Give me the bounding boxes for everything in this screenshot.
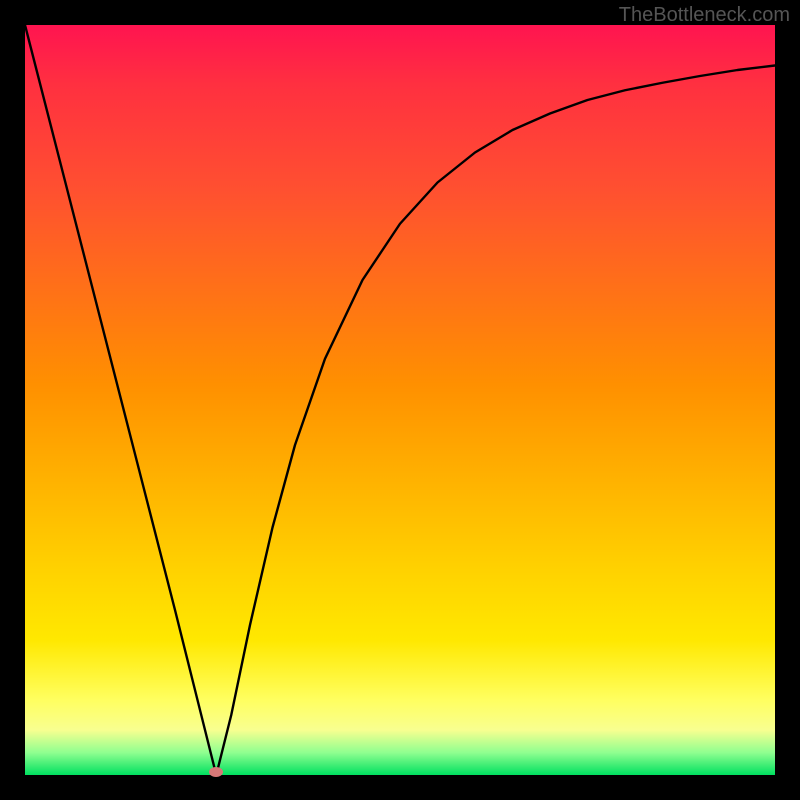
bottleneck-curve (25, 25, 775, 775)
watermark-text: TheBottleneck.com (619, 4, 790, 27)
optimal-point-marker (209, 767, 223, 777)
chart-frame: TheBottleneck.com (0, 0, 800, 800)
plot-area (25, 25, 775, 775)
